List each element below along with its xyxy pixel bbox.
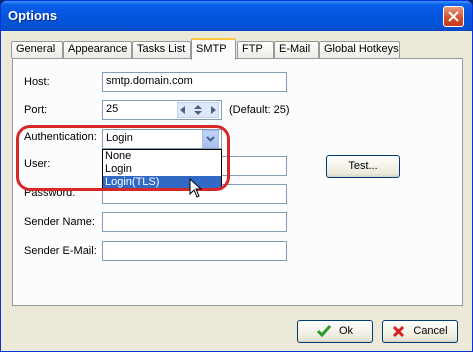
port-label: Port: xyxy=(24,104,48,116)
ok-button-label: Ok xyxy=(338,325,354,337)
tab-smtp[interactable]: SMTP xyxy=(191,38,236,60)
tab-label: FTP xyxy=(242,43,263,55)
tab-label: Global Hotkeys xyxy=(324,43,399,55)
title-bar[interactable]: Options xyxy=(1,1,472,31)
ok-button[interactable]: Ok xyxy=(297,320,373,343)
tab-label: SMTP xyxy=(196,43,227,55)
sender-name-input[interactable] xyxy=(102,212,287,232)
close-icon xyxy=(448,11,459,22)
tab-label: E-Mail xyxy=(279,43,311,55)
sender-name-label: Sender Name: xyxy=(24,216,95,228)
cross-icon xyxy=(393,325,405,337)
test-button-label: Test... xyxy=(348,160,378,172)
mouse-cursor-icon xyxy=(189,178,203,198)
tab-ftp[interactable]: FTP xyxy=(237,41,274,58)
cancel-button-label: Cancel xyxy=(413,325,448,337)
tab-label: General xyxy=(16,43,56,55)
port-spinner[interactable] xyxy=(177,102,219,118)
window-title: Options xyxy=(8,8,58,23)
test-button[interactable]: Test... xyxy=(326,155,400,178)
options-dialog: Options General Appearance Tasks List SM… xyxy=(0,0,473,352)
tab-label: Tasks List xyxy=(137,43,186,55)
tab-email[interactable]: E-Mail xyxy=(274,41,319,58)
tab-global-hotkeys[interactable]: Global Hotkeys xyxy=(319,41,400,58)
host-label: Host: xyxy=(24,76,50,88)
sender-email-label: Sender E-Mail: xyxy=(24,245,97,257)
tab-tasks-list[interactable]: Tasks List xyxy=(132,41,191,58)
checkmark-icon xyxy=(316,325,331,338)
sender-email-input[interactable] xyxy=(102,241,287,261)
tab-appearance[interactable]: Appearance xyxy=(63,41,132,58)
port-default-hint: (Default: 25) xyxy=(229,104,290,116)
close-button[interactable] xyxy=(443,6,464,27)
tab-label: Appearance xyxy=(68,43,128,55)
host-input[interactable]: smtp.domain.com xyxy=(102,72,287,92)
cancel-button[interactable]: Cancel xyxy=(382,320,458,343)
tab-general[interactable]: General xyxy=(11,41,63,58)
